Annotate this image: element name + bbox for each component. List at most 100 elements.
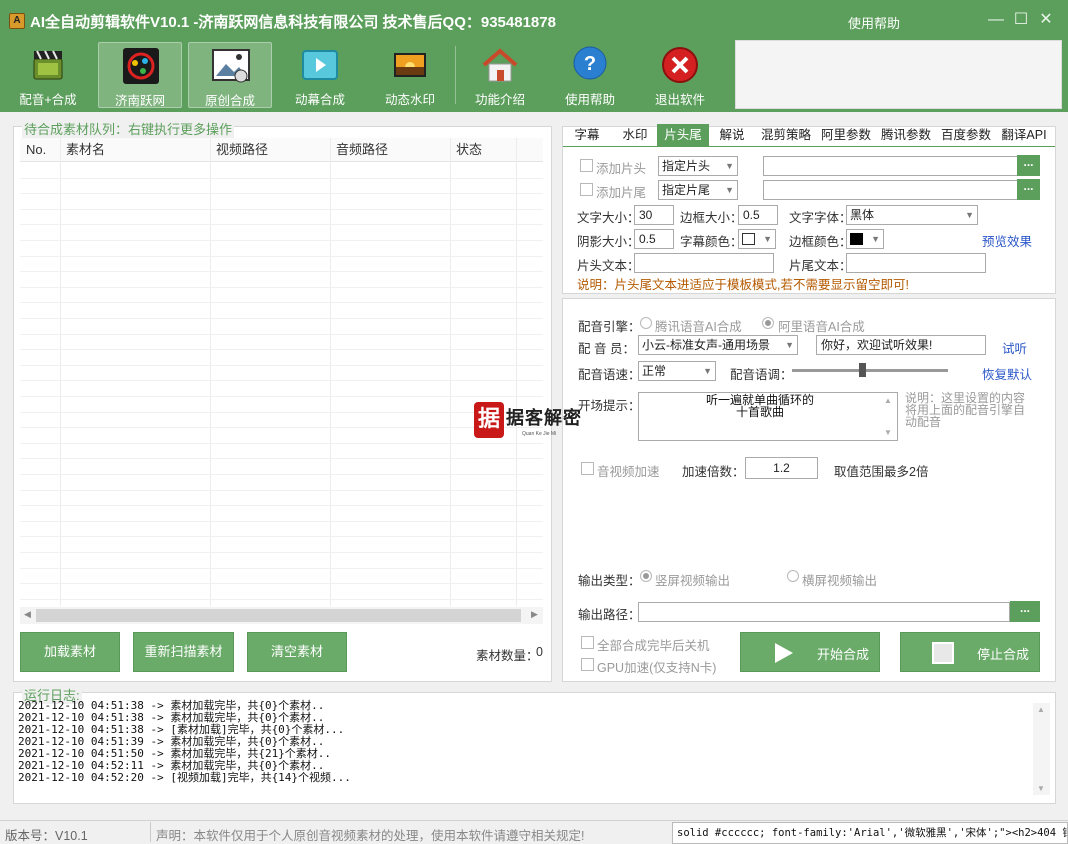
opening-textarea[interactable]: 听一遍就单曲循环的 十首歌曲 bbox=[638, 392, 898, 441]
toolbar-feature-intro-button[interactable]: 功能介绍 bbox=[458, 42, 542, 108]
pitch-slider-track[interactable] bbox=[792, 369, 948, 372]
reset-default-link[interactable]: 恢复默认 bbox=[982, 364, 1032, 383]
tail-path-input[interactable] bbox=[763, 180, 1018, 200]
table-row[interactable] bbox=[20, 255, 543, 257]
table-row[interactable] bbox=[20, 302, 543, 304]
table-row[interactable] bbox=[20, 505, 543, 507]
table-row[interactable] bbox=[20, 224, 543, 226]
table-row[interactable] bbox=[20, 177, 543, 179]
tab-intro-outro[interactable]: 片头尾 bbox=[657, 124, 709, 146]
tail-browse-button[interactable]: ... bbox=[1017, 179, 1040, 200]
table-row[interactable] bbox=[20, 583, 543, 585]
head-path-input[interactable] bbox=[763, 156, 1018, 176]
table-row[interactable] bbox=[20, 458, 543, 460]
shadow-size-input[interactable]: 0.5 bbox=[634, 229, 674, 249]
scroll-right-icon[interactable]: ▶ bbox=[531, 609, 538, 620]
table-row[interactable] bbox=[20, 396, 543, 397]
table-row[interactable] bbox=[20, 349, 543, 351]
scroll-left-icon[interactable]: ◀ bbox=[24, 609, 31, 620]
table-row[interactable] bbox=[20, 193, 543, 195]
rescan-material-button[interactable]: 重新扫描素材 bbox=[133, 632, 234, 672]
table-row[interactable] bbox=[20, 208, 543, 210]
scroll-up-icon[interactable]: ▲ bbox=[1037, 705, 1045, 714]
output-path-input[interactable] bbox=[638, 602, 1010, 622]
toolbar-original-compose-button[interactable]: 原创合成 bbox=[188, 42, 272, 108]
engine-ali-radio[interactable] bbox=[762, 317, 774, 329]
tab-mix-strategy[interactable]: 混剪策略 bbox=[757, 124, 815, 146]
head-select[interactable]: 指定片头 ▼ bbox=[658, 156, 738, 176]
table-row[interactable] bbox=[20, 318, 543, 319]
toolbar-dub-compose-button[interactable]: 配音+合成 bbox=[6, 42, 90, 108]
table-row[interactable] bbox=[20, 411, 543, 413]
table-row[interactable] bbox=[20, 333, 543, 335]
table-row[interactable] bbox=[20, 552, 543, 553]
voice-select[interactable]: 小云-标准女声-通用场景 ▼ bbox=[638, 335, 798, 355]
table-row[interactable] bbox=[20, 286, 543, 288]
subtitle-color-picker[interactable]: ▼ bbox=[738, 229, 776, 249]
table-row[interactable] bbox=[20, 240, 543, 241]
toolbar-jinan-yuewang-button[interactable]: 济南跃网 bbox=[98, 42, 182, 108]
output-vertical-radio[interactable] bbox=[640, 570, 652, 582]
stop-compose-button[interactable]: 停止合成 bbox=[900, 632, 1040, 672]
table-row[interactable] bbox=[20, 536, 543, 538]
border-size-input[interactable]: 0.5 bbox=[738, 205, 778, 225]
tail-text-input[interactable] bbox=[846, 253, 986, 273]
accel-rate-input[interactable]: 1.2 bbox=[745, 457, 818, 479]
clear-material-button[interactable]: 清空素材 bbox=[247, 632, 347, 672]
column-header-name[interactable]: 素材名 bbox=[66, 138, 105, 162]
scrollbar-thumb[interactable] bbox=[36, 609, 521, 622]
shutdown-checkbox[interactable] bbox=[581, 636, 594, 649]
add-head-checkbox[interactable] bbox=[580, 159, 593, 172]
toolbar-dynamic-watermark-button[interactable]: 动态水印 bbox=[368, 42, 452, 108]
minimize-icon[interactable]: — bbox=[984, 8, 1008, 32]
tab-baidu-params[interactable]: 百度参数 bbox=[937, 124, 995, 146]
table-row[interactable] bbox=[20, 271, 543, 273]
tab-translate-api[interactable]: 翻译API bbox=[997, 124, 1051, 146]
table-row[interactable] bbox=[20, 380, 543, 382]
start-compose-button[interactable]: 开始合成 bbox=[740, 632, 880, 672]
tab-subtitle[interactable]: 字幕 bbox=[566, 124, 608, 146]
table-row[interactable] bbox=[20, 442, 543, 444]
speed-select[interactable]: 正常 ▼ bbox=[638, 361, 716, 381]
scroll-down-icon[interactable]: ▼ bbox=[1037, 784, 1045, 793]
table-row[interactable] bbox=[20, 474, 543, 475]
head-text-input[interactable] bbox=[634, 253, 774, 273]
engine-tencent-radio[interactable] bbox=[640, 317, 652, 329]
column-header-audio-path[interactable]: 音频路径 bbox=[336, 138, 388, 162]
accel-checkbox[interactable] bbox=[581, 462, 594, 475]
test-text-input[interactable]: 你好，欢迎试听效果! bbox=[816, 335, 986, 355]
scroll-down-icon[interactable]: ▼ bbox=[884, 428, 892, 437]
head-browse-button[interactable]: ... bbox=[1017, 155, 1040, 176]
material-table[interactable]: No. 素材名 视频路径 音频路径 状态 bbox=[20, 138, 543, 606]
table-row[interactable] bbox=[20, 489, 543, 491]
maximize-icon[interactable]: ☐ bbox=[1009, 8, 1033, 32]
table-row[interactable] bbox=[20, 427, 543, 429]
column-header-status[interactable]: 状态 bbox=[456, 138, 482, 162]
output-browse-button[interactable]: ... bbox=[1010, 601, 1040, 622]
tab-tencent-params[interactable]: 腾讯参数 bbox=[877, 124, 935, 146]
preview-effect-link[interactable]: 预览效果 bbox=[982, 231, 1032, 250]
listen-link[interactable]: 试听 bbox=[1002, 338, 1027, 357]
column-header-no[interactable]: No. bbox=[26, 138, 46, 162]
tab-ali-params[interactable]: 阿里参数 bbox=[817, 124, 875, 146]
close-icon[interactable]: ✕ bbox=[1034, 8, 1058, 32]
add-tail-checkbox[interactable] bbox=[580, 183, 593, 196]
gpu-checkbox[interactable] bbox=[581, 658, 594, 671]
tab-narration[interactable]: 解说 bbox=[712, 124, 752, 146]
tab-watermark[interactable]: 水印 bbox=[614, 124, 656, 146]
table-row[interactable] bbox=[20, 598, 543, 600]
load-material-button[interactable]: 加载素材 bbox=[20, 632, 120, 672]
table-row[interactable] bbox=[20, 364, 543, 366]
pitch-slider-thumb[interactable] bbox=[859, 363, 867, 377]
tail-select[interactable]: 指定片尾 ▼ bbox=[658, 180, 738, 200]
border-color-picker[interactable]: ▼ bbox=[846, 229, 884, 249]
output-horizontal-radio[interactable] bbox=[787, 570, 799, 582]
column-header-video-path[interactable]: 视频路径 bbox=[216, 138, 268, 162]
toolbar-help-button[interactable]: ? 使用帮助 bbox=[548, 42, 632, 108]
log-scrollbar[interactable] bbox=[1033, 703, 1050, 795]
font-size-input[interactable]: 30 bbox=[634, 205, 674, 225]
font-family-select[interactable]: 黑体 ▼ bbox=[846, 205, 978, 225]
table-row[interactable] bbox=[20, 567, 543, 569]
help-link[interactable]: 使用帮助 bbox=[848, 13, 900, 32]
table-row[interactable] bbox=[20, 520, 543, 522]
